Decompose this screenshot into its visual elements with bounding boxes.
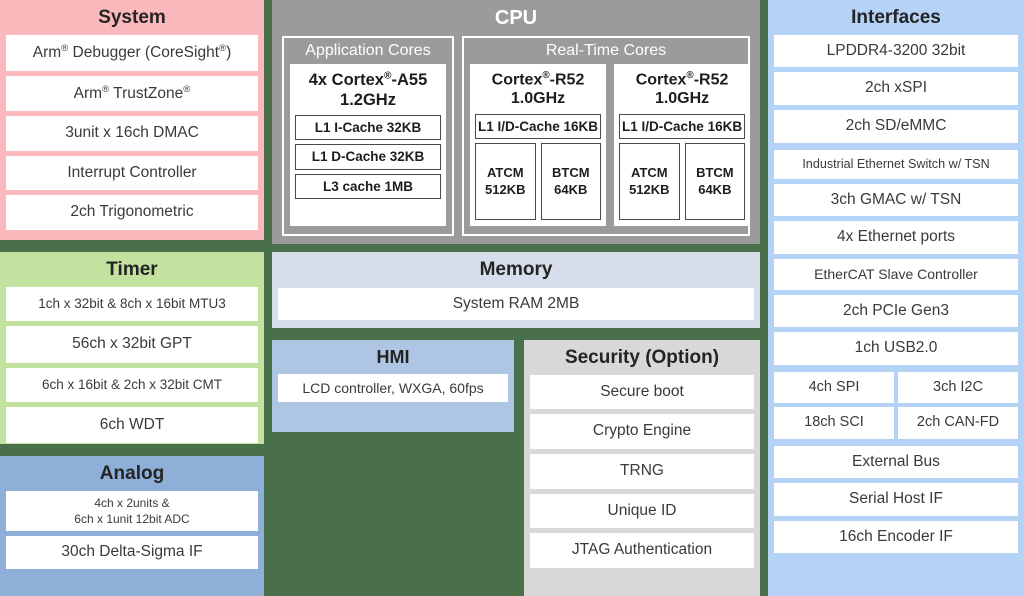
system-panel: System Arm® Debugger (CoreSight®) Arm® T…	[0, 0, 264, 240]
r52-0-btcm-name: BTCM	[552, 164, 590, 180]
timer-item-2: 6ch x 16bit & 2ch x 32bit CMT	[6, 367, 258, 402]
r52-0-btcm: BTCM 64KB	[540, 143, 602, 220]
if-bus-1: Serial Host IF	[774, 483, 1018, 516]
interfaces-panel: Interfaces LPDDR4-3200 32bit 2ch xSPI 2c…	[768, 0, 1024, 596]
r52-name-0: Cortex®-R52 1.0GHz	[491, 69, 585, 108]
hmi-title: HMI	[376, 347, 410, 367]
if-memory-0: LPDDR4-3200 32bit	[774, 34, 1018, 68]
system-item-4: 2ch Trigonometric	[6, 195, 258, 231]
if-bus-2: 16ch Encoder IF	[774, 520, 1018, 554]
cortex-a55-name: 4x Cortex®-A55 1.2GHz	[308, 70, 428, 109]
if-serial-1: 3ch I2C	[898, 371, 1018, 404]
cortex-r52-core-0: Cortex®-R52 1.0GHz L1 I/D-Cache 16KB ATCM…	[470, 63, 607, 226]
if-memory-2: 2ch SD/eMMC	[774, 109, 1018, 143]
analog-panel: Analog 4ch x 2units & 6ch x 1unit 12bit A…	[0, 456, 264, 596]
memory-item-0: System RAM 2MB	[278, 287, 754, 321]
r52-0-atcm-size: 512KB	[485, 181, 526, 197]
if-network-4: 2ch PCIe Gen3	[774, 294, 1018, 328]
realtime-cores-group: Real-Time Cores Cortex®-R52 1.0GHz L1 I/D…	[462, 36, 751, 236]
r52-name-1: Cortex®-R52 1.0GHz	[635, 69, 729, 108]
r52-0-atcm: ATCM 512KB	[475, 143, 536, 220]
interfaces-group-serial: 4ch SPI 3ch I2C 18ch SCI 2ch CAN-FD	[774, 371, 1018, 439]
system-item-0: Arm® Debugger (CoreSight®)	[6, 34, 258, 71]
hmi-item-0: LCD controller, WXGA, 60fps	[278, 373, 508, 403]
timer-title: Timer	[106, 259, 158, 280]
interfaces-group-bus: External Bus Serial Host IF 16ch Encoder…	[774, 445, 1018, 554]
security-item-0: Secure boot	[530, 374, 754, 410]
r52-1-atcm-size: 512KB	[629, 181, 670, 197]
if-serial-3: 2ch CAN-FD	[898, 407, 1018, 439]
security-panel: Security (Option) Secure boot Crypto Eng…	[524, 340, 760, 596]
if-memory-1: 2ch xSPI	[774, 72, 1018, 105]
a55-cache-1: L1 D-Cache 32KB	[295, 144, 441, 170]
r52-1-btcm-name: BTCM	[696, 164, 734, 180]
memory-title: Memory	[479, 259, 553, 280]
if-network-3: EtherCAT Slave Controller	[774, 258, 1018, 290]
application-cores-title: Application Cores	[305, 42, 431, 59]
hmi-panel: HMI LCD controller, WXGA, 60fps	[272, 340, 514, 432]
timer-item-0: 1ch x 32bit & 8ch x 16bit MTU3	[6, 286, 258, 321]
a55-cache-0: L1 I-Cache 32KB	[295, 114, 441, 141]
r52-1-btcm-size: 64KB	[698, 181, 732, 197]
if-bus-0: External Bus	[774, 445, 1018, 479]
analog-item-1: 30ch Delta-Sigma IF	[6, 536, 258, 569]
security-item-3: Unique ID	[530, 493, 754, 529]
r52-cache-0: L1 I/D-Cache 16KB	[475, 113, 602, 140]
memory-panel: Memory System RAM 2MB	[272, 252, 760, 328]
security-item-2: TRNG	[530, 453, 754, 489]
security-title: Security (Option)	[564, 347, 720, 368]
r52-cache-1: L1 I/D-Cache 16KB	[619, 113, 746, 140]
timer-item-1: 56ch x 32bit GPT	[6, 325, 258, 363]
r52-1-btcm: BTCM 64KB	[684, 143, 746, 220]
if-serial-0: 4ch SPI	[774, 371, 894, 404]
timer-panel: Timer 1ch x 32bit & 8ch x 16bit MTU3 56c…	[0, 252, 264, 444]
realtime-cores-title: Real-Time Cores	[545, 42, 667, 59]
cpu-title: CPU	[494, 7, 538, 29]
system-item-1: Arm® TrustZone®	[6, 75, 258, 112]
security-item-4: JTAG Authentication	[530, 533, 754, 568]
if-network-2: 4x Ethernet ports	[774, 221, 1018, 254]
if-network-5: 1ch USB2.0	[774, 332, 1018, 365]
cortex-a55-core: 4x Cortex®-A55 1.2GHz L1 I-Cache 32KB L1 …	[290, 63, 446, 226]
security-item-1: Crypto Engine	[530, 414, 754, 449]
system-item-2: 3unit x 16ch DMAC	[6, 116, 258, 151]
application-cores-group: Application Cores 4x Cortex®-A55 1.2GHz L…	[282, 36, 454, 236]
interfaces-group-memory: LPDDR4-3200 32bit 2ch xSPI 2ch SD/eMMC	[774, 34, 1018, 143]
soc-block-diagram: System Arm® Debugger (CoreSight®) Arm® T…	[0, 0, 1024, 596]
timer-item-3: 6ch WDT	[6, 406, 258, 444]
r52-0-atcm-name: ATCM	[486, 164, 524, 180]
if-serial-2: 18ch SCI	[774, 407, 894, 439]
system-title: System	[98, 7, 166, 28]
analog-title: Analog	[99, 463, 165, 484]
cortex-r52-core-1: Cortex®-R52 1.0GHz L1 I/D-Cache 16KB ATCM…	[614, 63, 751, 226]
system-item-3: Interrupt Controller	[6, 155, 258, 191]
if-network-1: 3ch GMAC w/ TSN	[774, 183, 1018, 217]
a55-cache-2: L3 cache 1MB	[295, 173, 441, 200]
if-network-0: Industrial Ethernet Switch w/ TSN	[774, 149, 1018, 179]
r52-0-btcm-size: 64KB	[554, 181, 588, 197]
interfaces-group-network: Industrial Ethernet Switch w/ TSN 3ch GM…	[774, 149, 1018, 365]
r52-1-atcm-name: ATCM	[631, 164, 668, 180]
analog-item-0: 4ch x 2units & 6ch x 1unit 12bit ADC	[6, 490, 258, 532]
r52-1-atcm: ATCM 512KB	[619, 143, 680, 220]
interfaces-title: Interfaces	[851, 7, 941, 28]
